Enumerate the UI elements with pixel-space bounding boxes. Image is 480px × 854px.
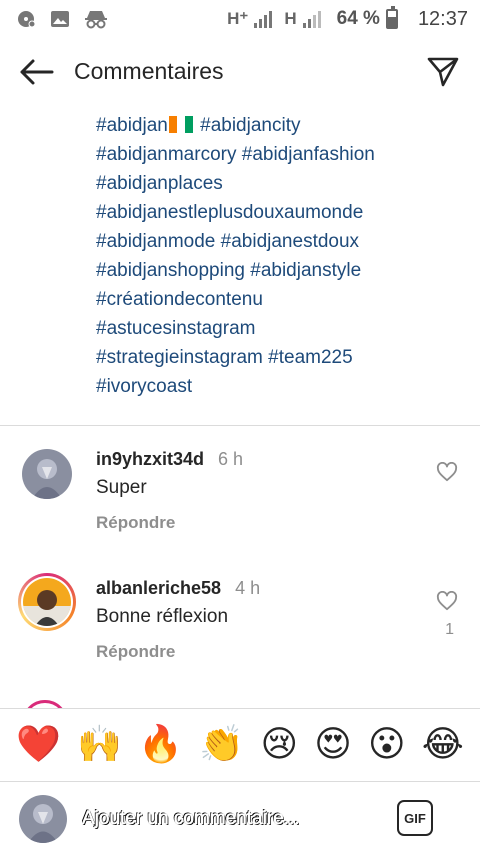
username-text: albanleriche58 <box>96 578 222 598</box>
page-title: Commentaires <box>74 58 224 84</box>
comment-username[interactable]: in9yhzxit34d 6 h <box>96 449 243 470</box>
network-type-2: H <box>284 9 297 28</box>
hashtag[interactable]: #abidjanfashion <box>242 144 375 165</box>
avatar <box>23 578 71 626</box>
comment-timestamp: 4 h <box>235 578 261 598</box>
hashtag-line: #abidjanmode #abidjanestdoux <box>96 227 466 256</box>
vinyl-record-icon <box>16 9 36 29</box>
avatar[interactable] <box>22 449 72 499</box>
comment-composer: GIF <box>0 783 480 854</box>
avatar-story-ring[interactable] <box>18 573 76 631</box>
hashtag[interactable]: #team225 <box>268 347 353 368</box>
hashtag-line: #abidjan #abidjancity <box>96 111 466 140</box>
hashtag[interactable]: #abidjanshopping <box>96 260 245 281</box>
hashtag[interactable]: #créationdecontenu <box>96 289 263 310</box>
heart-icon[interactable] <box>436 462 458 482</box>
gif-button[interactable]: GIF <box>397 800 433 836</box>
hashtag[interactable]: #abidjancity <box>200 115 300 136</box>
fire-emoji-button[interactable]: 🔥 <box>138 723 183 767</box>
network-type-1: H⁺ <box>227 9 249 28</box>
status-bar: H⁺ H 64 % 12:37 <box>0 0 480 38</box>
paper-plane-icon <box>427 57 459 87</box>
hashtag[interactable]: #abidjan <box>96 115 168 136</box>
reply-button[interactable]: Répondre <box>96 642 175 662</box>
status-icons-right: H⁺ H 64 % 12:37 <box>227 6 468 31</box>
caption-divider <box>0 425 480 426</box>
heart-icon[interactable] <box>436 591 458 611</box>
status-icons-left <box>16 9 108 29</box>
hashtag-line: #astucesinstagram <box>96 314 466 343</box>
raising-hands-emoji-button[interactable]: 🙌 <box>77 723 122 767</box>
battery-icon <box>385 6 398 29</box>
battery-percent: 64 % <box>336 8 380 29</box>
red-heart-emoji-button[interactable]: ❤️ <box>16 723 61 767</box>
signal-strength-icon-2 <box>302 10 321 28</box>
header: Commentaires <box>0 44 480 100</box>
comment-item: in9yhzxit34d 6 h Super Répondre <box>0 440 480 550</box>
comment-text: Bonne réflexion <box>96 606 229 627</box>
open-mouth-emoji-button[interactable]: 😮 <box>368 723 406 767</box>
battery-fill <box>387 16 396 27</box>
reply-button[interactable]: Répondre <box>96 513 175 533</box>
current-user-avatar <box>19 795 67 843</box>
comment-timestamp: 6 h <box>218 449 244 469</box>
share-button[interactable] <box>424 54 462 90</box>
hashtag-line: #créationdecontenu <box>96 285 466 314</box>
username-text: in9yhzxit34d <box>96 449 205 469</box>
image-icon <box>50 9 70 29</box>
like-count: 1 <box>445 621 454 638</box>
hashtag-line: #abidjanmarcory #abidjanfashion <box>96 140 466 169</box>
hashtag[interactable]: #abidjanmarcory <box>96 144 236 165</box>
hashtag[interactable]: #abidjanstyle <box>250 260 361 281</box>
signal-strength-icon <box>254 10 273 28</box>
post-caption: #abidjan #abidjancity #abidjanmarcory #a… <box>96 111 466 401</box>
hashtag-line: #abidjanshopping #abidjanstyle <box>96 256 466 285</box>
incognito-icon <box>84 9 108 29</box>
hashtag-line: #strategieinstagram #team225 <box>96 343 466 372</box>
comment-input[interactable] <box>82 801 372 837</box>
hashtag[interactable]: #strategieinstagram <box>96 347 263 368</box>
arrow-left-icon <box>20 59 54 85</box>
hashtag[interactable]: #abidjanmode <box>96 231 215 252</box>
clock: 12:37 <box>417 7 468 30</box>
hashtag-line: #abidjanplaces <box>96 169 466 198</box>
hashtag[interactable]: #ivorycoast <box>96 376 192 397</box>
comment-item: albanleriche58 4 h Bonne réflexion Répond… <box>0 569 480 679</box>
hashtag[interactable]: #abidjanestleplusdouxaumonde <box>96 202 363 223</box>
hashtag[interactable]: #astucesinstagram <box>96 318 255 339</box>
emoji-reaction-bar: ❤️ 🙌 🔥 👏 😢 😍 😮 😂 <box>0 708 480 782</box>
heart-eyes-emoji-button[interactable]: 😍 <box>314 723 352 767</box>
hashtag-line: #abidjanestleplusdouxaumonde <box>96 198 466 227</box>
comment-username[interactable]: albanleriche58 4 h <box>96 578 260 599</box>
clapping-hands-emoji-button[interactable]: 👏 <box>199 723 244 767</box>
hashtag[interactable]: #abidjanplaces <box>96 173 223 194</box>
hashtag-line: #ivorycoast <box>96 372 466 401</box>
comment-text: Super <box>96 477 147 498</box>
tears-of-joy-emoji-button[interactable]: 😂 <box>422 723 464 767</box>
crying-face-emoji-button[interactable]: 😢 <box>260 723 298 767</box>
back-button[interactable] <box>16 56 56 88</box>
cote-divoire-flag-icon <box>168 113 193 133</box>
hashtag[interactable]: #abidjanestdoux <box>221 231 359 252</box>
